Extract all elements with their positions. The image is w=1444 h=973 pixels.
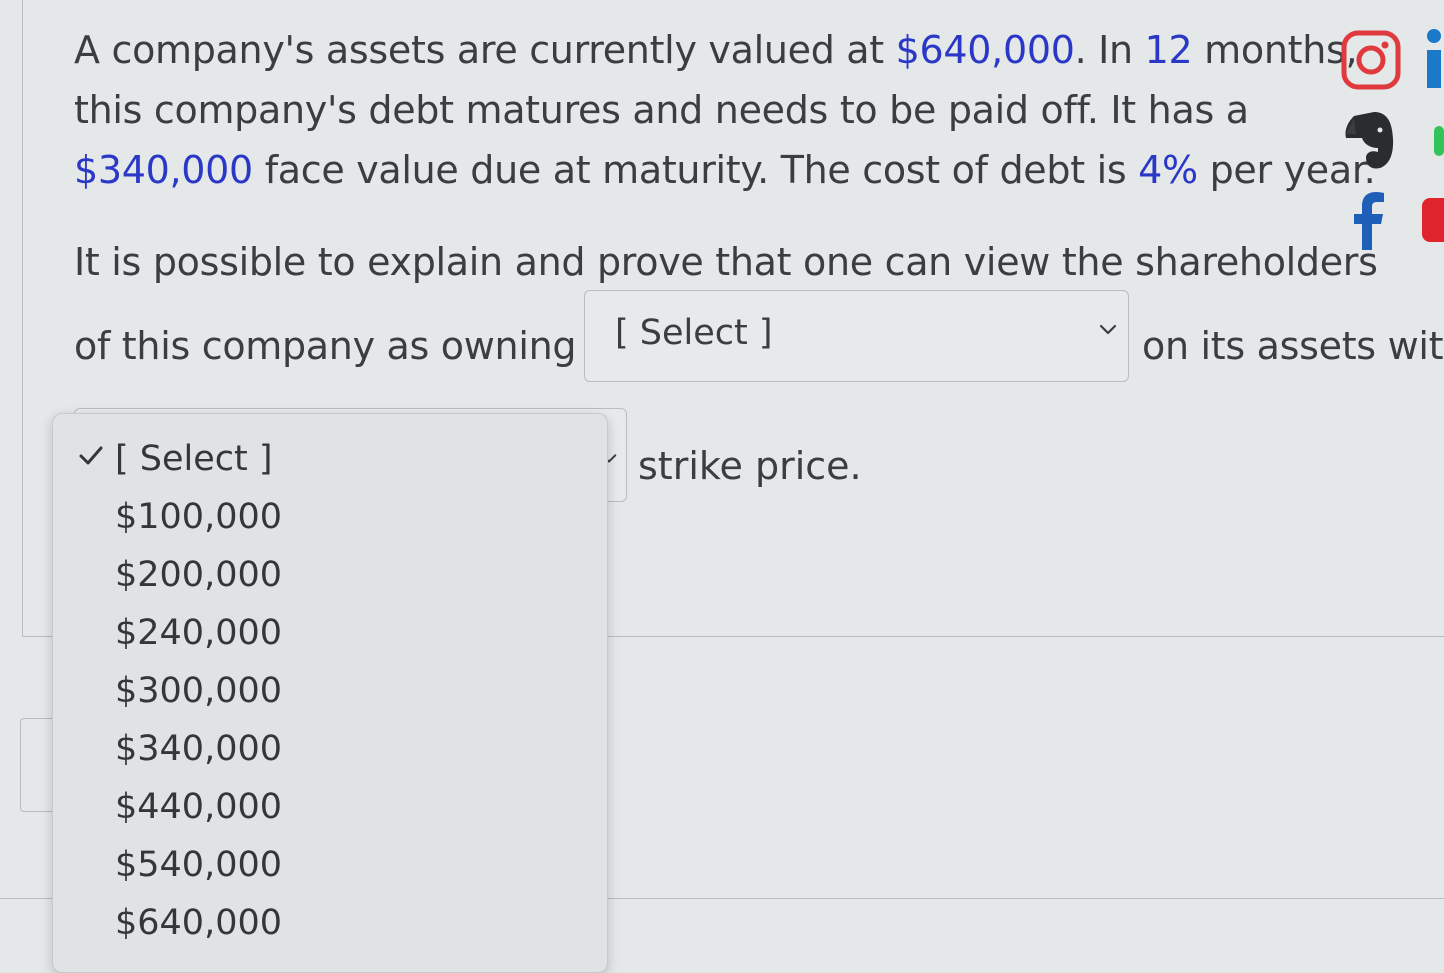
question-text: on its assets with	[1142, 324, 1444, 368]
dropdown-option[interactable]: [ Select ]	[115, 436, 273, 482]
dropdown-option[interactable]: $340,000	[115, 726, 282, 772]
face-value: $340,000	[74, 148, 253, 192]
question-line: $340,000 face value due at maturity. The…	[74, 148, 1376, 192]
question-paragraph: It is possible to explain and prove that…	[74, 232, 1378, 292]
dropdown-option[interactable]: $300,000	[115, 668, 282, 714]
option-type-select[interactable]: [ Select ]	[584, 290, 1129, 382]
dropdown-option[interactable]: $540,000	[115, 842, 282, 888]
dropdown-option[interactable]: $100,000	[115, 494, 282, 540]
dropdown-option[interactable]: $200,000	[115, 552, 282, 598]
question-line: A company's assets are currently valued …	[74, 28, 1358, 72]
cost-of-debt: 4%	[1138, 148, 1198, 192]
strike-price-dropdown-list[interactable]: [ Select ] $100,000 $200,000 $240,000 $3…	[52, 413, 608, 973]
evernote-icon[interactable]	[1340, 108, 1400, 172]
instagram-icon[interactable]	[1340, 30, 1402, 90]
asset-value: $640,000	[895, 28, 1075, 72]
question-paragraph: A company's assets are currently valued …	[74, 20, 1376, 200]
share-icon[interactable]	[1420, 196, 1444, 244]
select-value: [ Select ]	[615, 313, 773, 353]
dropdown-option[interactable]: $240,000	[115, 610, 282, 656]
dropdown-option[interactable]: $640,000	[115, 900, 282, 946]
question-line: It is possible to explain and prove that…	[74, 240, 1378, 284]
info-icon[interactable]	[1422, 28, 1444, 90]
question-text: strike price.	[638, 444, 862, 488]
months-value: 12	[1144, 28, 1193, 72]
content-frame-border	[22, 0, 23, 636]
checkmark-icon	[79, 446, 103, 465]
chevron-down-icon	[1099, 324, 1117, 335]
question-text: of this company as owning a	[74, 324, 611, 368]
whatsapp-icon[interactable]	[1428, 124, 1444, 158]
facebook-icon[interactable]	[1350, 190, 1390, 252]
question-line: this company's debt matures and needs to…	[74, 88, 1249, 132]
dropdown-option[interactable]: $440,000	[115, 784, 282, 830]
